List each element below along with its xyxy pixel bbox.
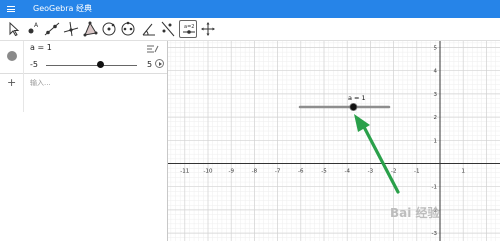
y-tick-label: -3 <box>432 231 438 237</box>
input-row[interactable]: + 输入... <box>0 74 167 94</box>
title-bar: GeoGebra 经典 <box>0 0 500 18</box>
visibility-toggle-icon[interactable] <box>7 51 17 61</box>
style-bar-icon[interactable] <box>146 44 160 54</box>
svg-text:a=2: a=2 <box>184 24 194 30</box>
slider-max-label: 5 <box>147 60 153 69</box>
angle-tool-icon[interactable] <box>140 20 158 38</box>
x-tick-label: -4 <box>344 169 350 175</box>
algebra-item-a[interactable]: a = 1 -5 5 <box>0 41 167 74</box>
x-tick-label: -2 <box>391 169 396 175</box>
reflect-tool-icon[interactable] <box>159 20 177 38</box>
annotation-arrow <box>354 114 400 194</box>
perpendicular-tool-icon[interactable] <box>62 20 80 38</box>
x-tick-label: -7 <box>275 169 281 175</box>
input-bar[interactable]: 输入... <box>30 78 51 88</box>
circle-tool-icon[interactable] <box>100 20 118 38</box>
x-tick-label: -6 <box>298 169 304 175</box>
graphics-view[interactable]: -12-11-10-9-8-7-6-5-4-3-2-11 54321-1-2-3… <box>168 41 500 241</box>
menu-icon[interactable] <box>7 6 15 12</box>
move-graphics-icon[interactable] <box>199 20 217 38</box>
x-tick-label: 1 <box>461 169 465 175</box>
app-title: GeoGebra 经典 <box>33 4 92 13</box>
plus-icon[interactable]: + <box>7 76 16 89</box>
x-tick-label: -5 <box>321 169 327 175</box>
slider-min-label: -5 <box>30 60 38 69</box>
x-tick-label: -8 <box>252 169 258 175</box>
x-tick-label: -10 <box>204 169 213 175</box>
y-tick-label: 1 <box>434 138 438 144</box>
move-tool-icon[interactable] <box>5 20 23 38</box>
y-tick-label: 4 <box>434 69 438 75</box>
polygon-tool-icon[interactable] <box>81 20 99 38</box>
slider-thumb[interactable] <box>97 61 105 68</box>
svg-text:A: A <box>34 22 39 29</box>
ellipse-tool-icon[interactable] <box>119 20 137 38</box>
toolbar: A a=2 <box>0 18 500 41</box>
graphics-slider-thumb[interactable] <box>349 103 358 112</box>
y-tick-label: 5 <box>434 46 438 52</box>
x-tick-label: -9 <box>228 169 234 175</box>
slider-tool-icon[interactable]: a=2 <box>179 20 197 38</box>
point-tool-icon[interactable]: A <box>24 20 42 38</box>
graphics-slider[interactable]: a = 1 <box>298 94 391 112</box>
algebra-expression[interactable]: a = 1 <box>30 43 52 52</box>
play-icon[interactable] <box>155 59 164 68</box>
x-tick-label: -3 <box>368 169 374 175</box>
coordinate-grid[interactable]: -12-11-10-9-8-7-6-5-4-3-2-11 54321-1-2-3… <box>168 41 500 241</box>
algebra-view: a = 1 -5 5 + 输入... <box>0 41 168 241</box>
y-tick-label: -1 <box>432 185 437 191</box>
x-tick-label: -11 <box>180 169 189 175</box>
y-tick-label: 3 <box>434 92 438 98</box>
graphics-slider-label: a = 1 <box>348 94 366 102</box>
y-tick-label: 2 <box>434 115 438 121</box>
slider-track[interactable] <box>46 64 137 66</box>
watermark: Bai 经验 <box>390 205 441 220</box>
x-tick-label: -1 <box>414 169 419 175</box>
line-tool-icon[interactable] <box>43 20 61 38</box>
